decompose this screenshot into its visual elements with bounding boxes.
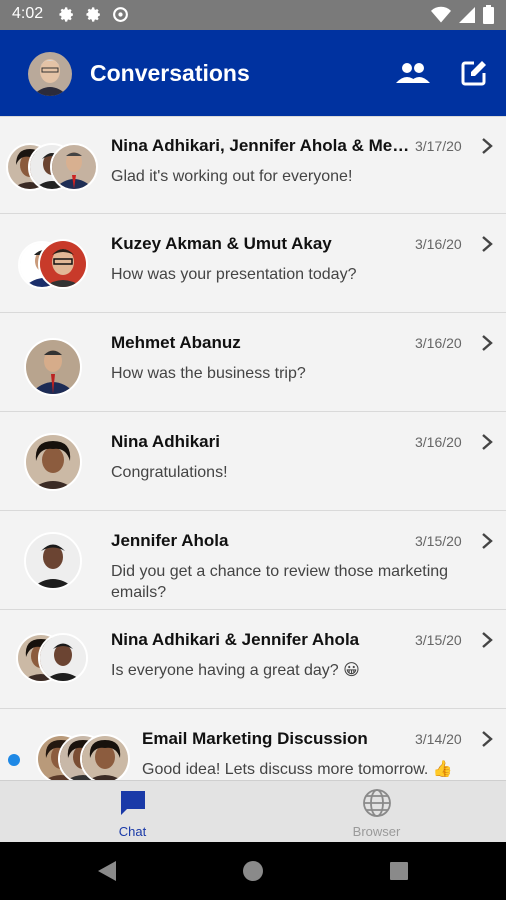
- chevron-right-icon: [482, 632, 493, 648]
- conversation-row[interactable]: Nina Adhikari & Jennifer Ahola 3/15/20 I…: [0, 611, 506, 709]
- avatar: [38, 239, 88, 289]
- cell-signal-icon: [459, 6, 475, 23]
- conversation-name: Nina Adhikari: [111, 432, 220, 451]
- gear-icon: [86, 7, 100, 22]
- battery-icon: [483, 5, 494, 24]
- avatar: [24, 433, 82, 491]
- chevron-right-icon: [482, 236, 493, 252]
- back-icon[interactable]: [94, 858, 120, 884]
- conversation-date: 3/14/20: [415, 731, 462, 747]
- conversation-preview: How was the business trip?: [111, 365, 306, 382]
- conversation-row[interactable]: Mehmet Abanuz 3/16/20 How was the busine…: [0, 314, 506, 412]
- chevron-right-icon: [482, 731, 493, 747]
- system-navigation-bar: [0, 842, 506, 900]
- conversation-date: 3/15/20: [415, 632, 462, 648]
- page-title: Conversations: [90, 60, 250, 86]
- conversation-preview: Is everyone having a great day? 😀: [111, 662, 360, 679]
- conversation-name: Kuzey Akman & Umut Akay: [111, 234, 332, 253]
- chevron-right-icon: [482, 335, 493, 351]
- chevron-right-icon: [482, 533, 493, 549]
- conversation-date: 3/16/20: [415, 236, 462, 252]
- recents-icon[interactable]: [386, 858, 412, 884]
- user-avatar[interactable]: [28, 52, 72, 96]
- bottom-navigation: Chat Browser: [0, 780, 506, 842]
- app-header: Conversations: [0, 30, 506, 116]
- conversation-date: 3/17/20: [415, 138, 462, 154]
- conversation-row[interactable]: Email Marketing Discussion 3/14/20 Good …: [0, 710, 506, 780]
- avatar: [24, 532, 82, 590]
- chat-bubble-icon: [120, 791, 145, 815]
- gear-icon: [59, 7, 73, 22]
- conversation-row[interactable]: Jennifer Ahola 3/15/20 Did you get a cha…: [0, 512, 506, 610]
- conversation-row[interactable]: Kuzey Akman & Umut Akay 3/16/20 How was …: [0, 215, 506, 313]
- conversation-preview: Did you get a chance to review those mar…: [111, 563, 449, 601]
- conversation-preview: Good idea! Lets discuss more tomorrow. 👍: [142, 761, 453, 778]
- conversation-name: Email Marketing Discussion: [142, 729, 368, 748]
- home-icon[interactable]: [240, 858, 266, 884]
- avatar: [38, 633, 88, 683]
- chevron-right-icon: [482, 434, 493, 450]
- conversation-list[interactable]: Nina Adhikari, Jennifer Ahola & Mehmet A…: [0, 116, 506, 780]
- avatar: [24, 338, 82, 396]
- tab-label: Browser: [352, 824, 401, 839]
- tab-browser[interactable]: Browser: [250, 781, 503, 843]
- unread-indicator: [8, 754, 20, 766]
- conversation-date: 3/16/20: [415, 434, 462, 450]
- conversation-date: 3/16/20: [415, 335, 462, 351]
- avatar: [50, 143, 98, 191]
- tab-chat[interactable]: Chat: [6, 781, 259, 843]
- wifi-icon: [431, 6, 451, 22]
- conversation-row[interactable]: Nina Adhikari, Jennifer Ahola & Mehmet A…: [0, 116, 506, 214]
- circle-a-icon: [113, 7, 128, 22]
- globe-icon: [362, 789, 391, 817]
- conversation-date: 3/15/20: [415, 533, 462, 549]
- people-button[interactable]: [396, 58, 430, 88]
- conversation-row[interactable]: Nina Adhikari 3/16/20 Congratulations!: [0, 413, 506, 511]
- status-bar: 4:02: [0, 0, 506, 30]
- avatar: [80, 734, 130, 780]
- conversation-preview: How was your presentation today?: [111, 266, 357, 283]
- chevron-right-icon: [482, 138, 493, 154]
- status-time: 4:02: [12, 5, 44, 22]
- conversation-name: Nina Adhikari & Jennifer Ahola: [111, 630, 360, 649]
- conversation-preview: Congratulations!: [111, 464, 228, 481]
- people-icon: [396, 63, 430, 83]
- conversation-preview: Glad it's working out for everyone!: [111, 168, 353, 185]
- conversation-name: Jennifer Ahola: [111, 531, 229, 550]
- compose-icon: [461, 61, 486, 86]
- conversation-name: Nina Adhikari, Jennifer Ahola & Mehmet A…: [111, 136, 411, 155]
- conversation-name: Mehmet Abanuz: [111, 333, 241, 352]
- compose-button[interactable]: [457, 58, 491, 88]
- tab-label: Chat: [118, 824, 147, 839]
